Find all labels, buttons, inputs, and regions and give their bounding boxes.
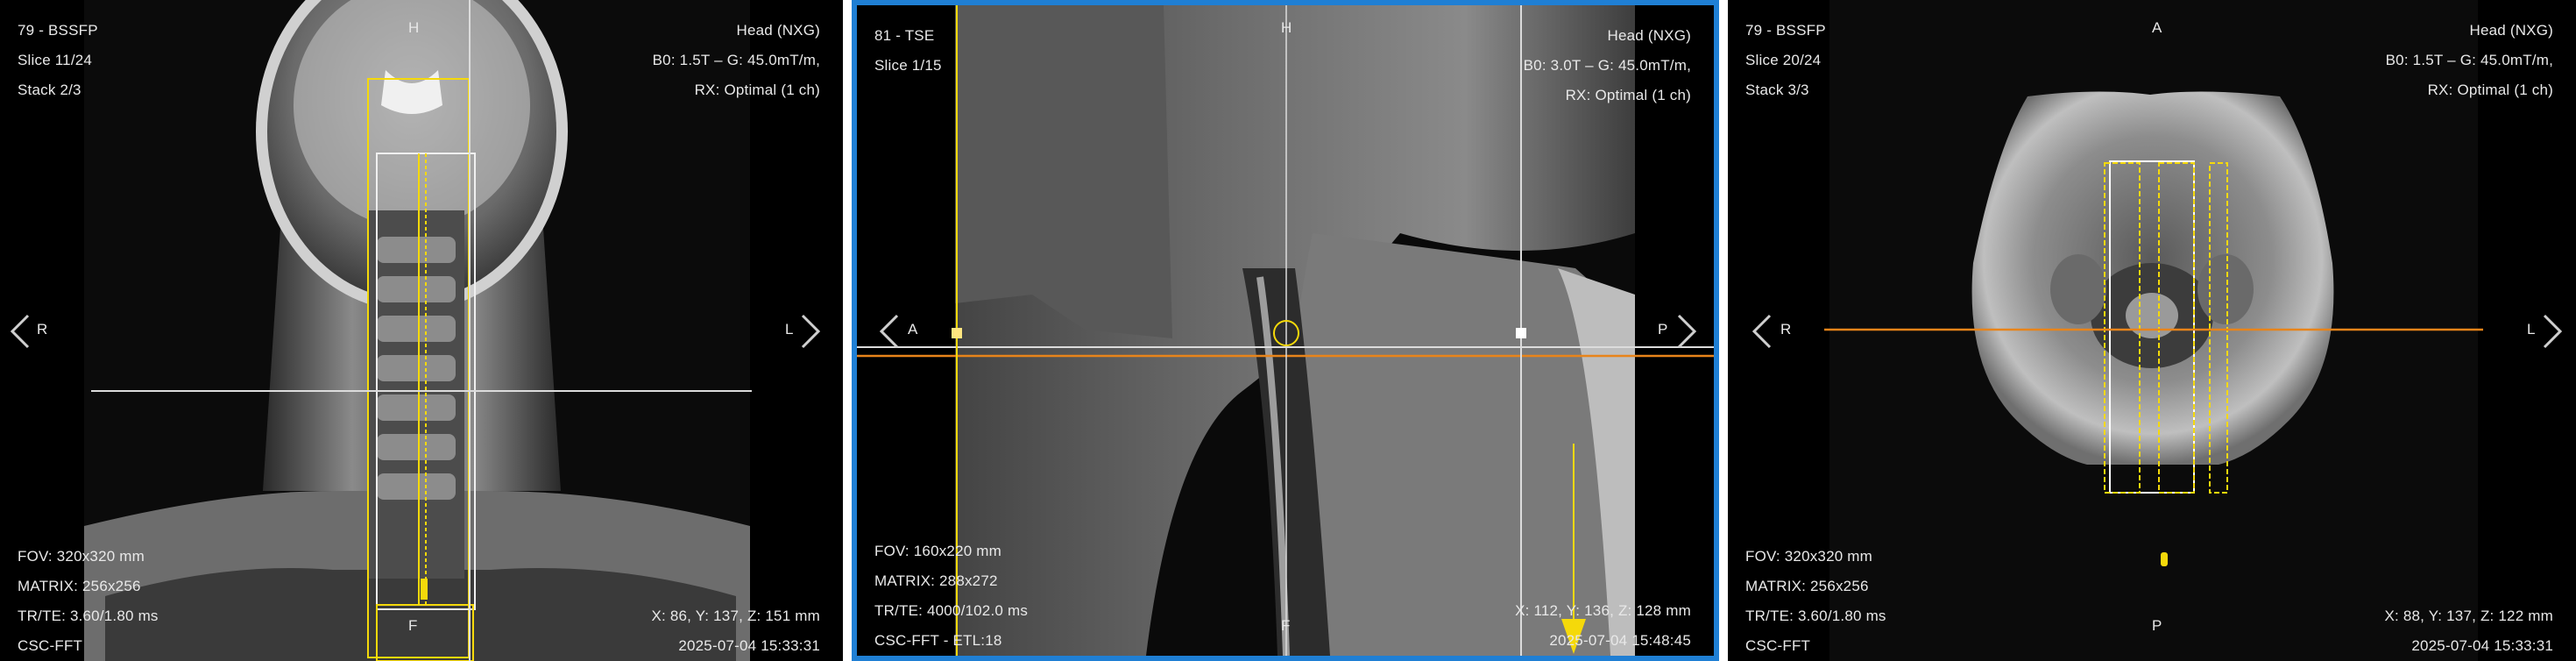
tr-te: TR/TE: 3.60/1.80 ms [18, 608, 159, 624]
rx-channel: RX: Optimal (1 ch) [2427, 82, 2553, 98]
coil-name: Head (NXG) [2469, 22, 2553, 39]
acquisition-timestamp: 2025-07-04 15:33:31 [2411, 637, 2553, 654]
viewport-coronal[interactable]: 79 - BSSFP Slice 11/24 Stack 2/3 Head (N… [0, 0, 843, 661]
viewport-sagittal[interactable]: 81 - TSE Slice 1/15 Head (NXG) B0: 3.0T … [852, 0, 1719, 661]
recon-method: CSC-FFT [1745, 637, 1811, 654]
orientation-right: L [785, 321, 794, 338]
chevron-left-icon[interactable] [7, 312, 33, 351]
acquisition-info: FOV: 320x320 mm MATRIX: 256x256 TR/TE: 3… [1745, 542, 1886, 661]
viewport-axial[interactable]: 79 - BSSFP Slice 20/24 Stack 3/3 Head (N… [1728, 0, 2576, 661]
fov: FOV: 320x320 mm [1745, 548, 1873, 565]
slice-index: Slice 1/15 [874, 57, 942, 74]
recon-method: CSC-FFT - ETL:18 [874, 632, 1002, 649]
orientation-bottom: F [408, 617, 418, 634]
series-name: 79 - BSSFP [1745, 22, 1826, 39]
acquisition-timestamp: 2025-07-04 15:33:31 [678, 637, 820, 654]
series-name: 81 - TSE [874, 27, 935, 44]
position-info: X: 86, Y: 137, Z: 151 mm 2025-07-04 15:3… [651, 601, 820, 661]
cursor-coordinates: X: 88, Y: 137, Z: 122 mm [2384, 608, 2553, 624]
position-info: X: 88, Y: 137, Z: 122 mm 2025-07-04 15:3… [2384, 601, 2553, 661]
slice-index: Slice 11/24 [18, 52, 93, 68]
recon-method: CSC-FFT [18, 637, 83, 654]
slice-index: Slice 20/24 [1745, 52, 1822, 68]
viewport-divider [843, 0, 852, 661]
tr-te: TR/TE: 3.60/1.80 ms [1745, 608, 1886, 624]
series-info: 79 - BSSFP Slice 11/24 Stack 2/3 [18, 16, 98, 105]
cursor-coordinates: X: 86, Y: 137, Z: 151 mm [651, 608, 820, 624]
scanner-info: Head (NXG) B0: 1.5T – G: 45.0mT/m, RX: O… [653, 16, 820, 105]
chevron-left-icon[interactable] [1749, 312, 1775, 351]
scanner-info: Head (NXG) B0: 1.5T – G: 45.0mT/m, RX: O… [2386, 16, 2553, 105]
fov: FOV: 160x220 mm [874, 543, 1002, 559]
matrix: MATRIX: 288x272 [874, 572, 998, 589]
rx-channel: RX: Optimal (1 ch) [694, 82, 820, 98]
orientation-left: R [1780, 321, 1792, 338]
stack-index: Stack 2/3 [18, 82, 81, 98]
cursor-coordinates: X: 112, Y: 136, Z: 128 mm [1515, 602, 1691, 619]
orientation-left: A [908, 321, 918, 338]
chevron-left-icon[interactable] [876, 312, 902, 351]
position-info: X: 112, Y: 136, Z: 128 mm 2025-07-04 15:… [1515, 596, 1691, 656]
orientation-left: R [37, 321, 48, 338]
matrix: MATRIX: 256x256 [1745, 578, 1869, 594]
scanner-info: Head (NXG) B0: 3.0T – G: 45.0mT/m, RX: O… [1524, 21, 1691, 110]
coil-name: Head (NXG) [1607, 27, 1691, 44]
chevron-right-icon[interactable] [1674, 312, 1700, 351]
acquisition-info: FOV: 160x220 mm MATRIX: 288x272 TR/TE: 4… [874, 537, 1028, 656]
series-info: 81 - TSE Slice 1/15 [874, 21, 942, 81]
field-strength: B0: 1.5T – G: 45.0mT/m, [2385, 52, 2553, 68]
stack-index: Stack 3/3 [1745, 82, 1809, 98]
rx-channel: RX: Optimal (1 ch) [1565, 87, 1691, 103]
orientation-top: H [408, 19, 420, 36]
chevron-right-icon[interactable] [797, 312, 824, 351]
orientation-top: A [2152, 19, 2162, 36]
orientation-right: P [1658, 321, 1668, 338]
acquisition-timestamp: 2025-07-04 15:48:45 [1549, 632, 1691, 649]
acquisition-info: FOV: 320x320 mm MATRIX: 256x256 TR/TE: 3… [18, 542, 159, 661]
series-info: 79 - BSSFP Slice 20/24 Stack 3/3 [1745, 16, 1826, 105]
fov: FOV: 320x320 mm [18, 548, 145, 565]
field-strength: B0: 1.5T – G: 45.0mT/m, [652, 52, 820, 68]
series-name: 79 - BSSFP [18, 22, 98, 39]
orientation-top: H [1281, 19, 1292, 36]
viewport-divider [1719, 0, 1728, 661]
coil-name: Head (NXG) [736, 22, 820, 39]
chevron-right-icon[interactable] [2539, 312, 2565, 351]
matrix: MATRIX: 256x256 [18, 578, 141, 594]
tr-te: TR/TE: 4000/102.0 ms [874, 602, 1029, 619]
orientation-bottom: F [1281, 617, 1291, 634]
orientation-right: L [2527, 321, 2536, 338]
orientation-bottom: P [2152, 617, 2162, 634]
field-strength: B0: 3.0T – G: 45.0mT/m, [1523, 57, 1691, 74]
